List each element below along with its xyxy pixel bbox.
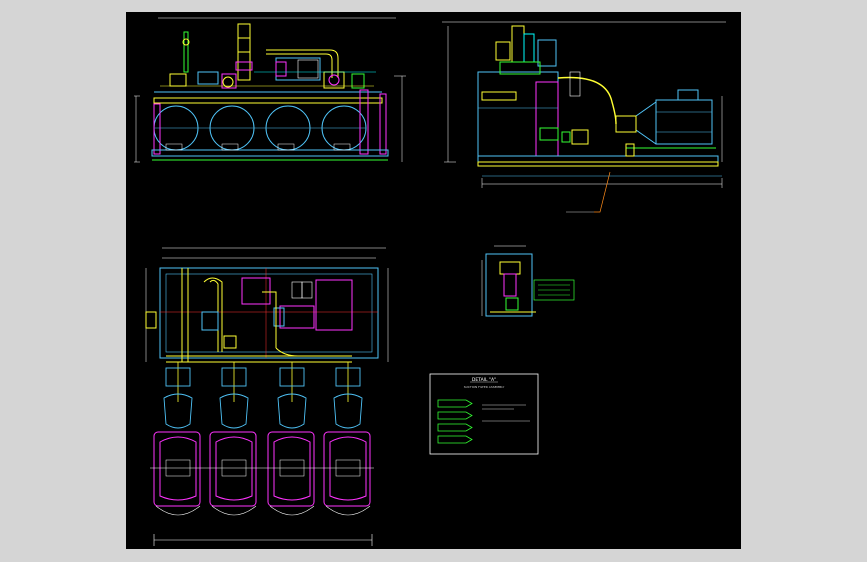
side-elevation-view [442,21,726,213]
legend-tag-list [437,399,473,444]
plan-view [145,247,389,546]
drawing-viewport[interactable]: DETAIL "A" SUCTION FILTER ASSEMBLY [126,12,741,549]
front-elevation-view [134,17,406,163]
detail-a-view [481,245,575,317]
detail-subtitle: SUCTION FILTER ASSEMBLY [464,385,505,389]
detail-a-legend: DETAIL "A" SUCTION FILTER ASSEMBLY [429,373,539,455]
cad-drawing: DETAIL "A" SUCTION FILTER ASSEMBLY [134,17,726,546]
